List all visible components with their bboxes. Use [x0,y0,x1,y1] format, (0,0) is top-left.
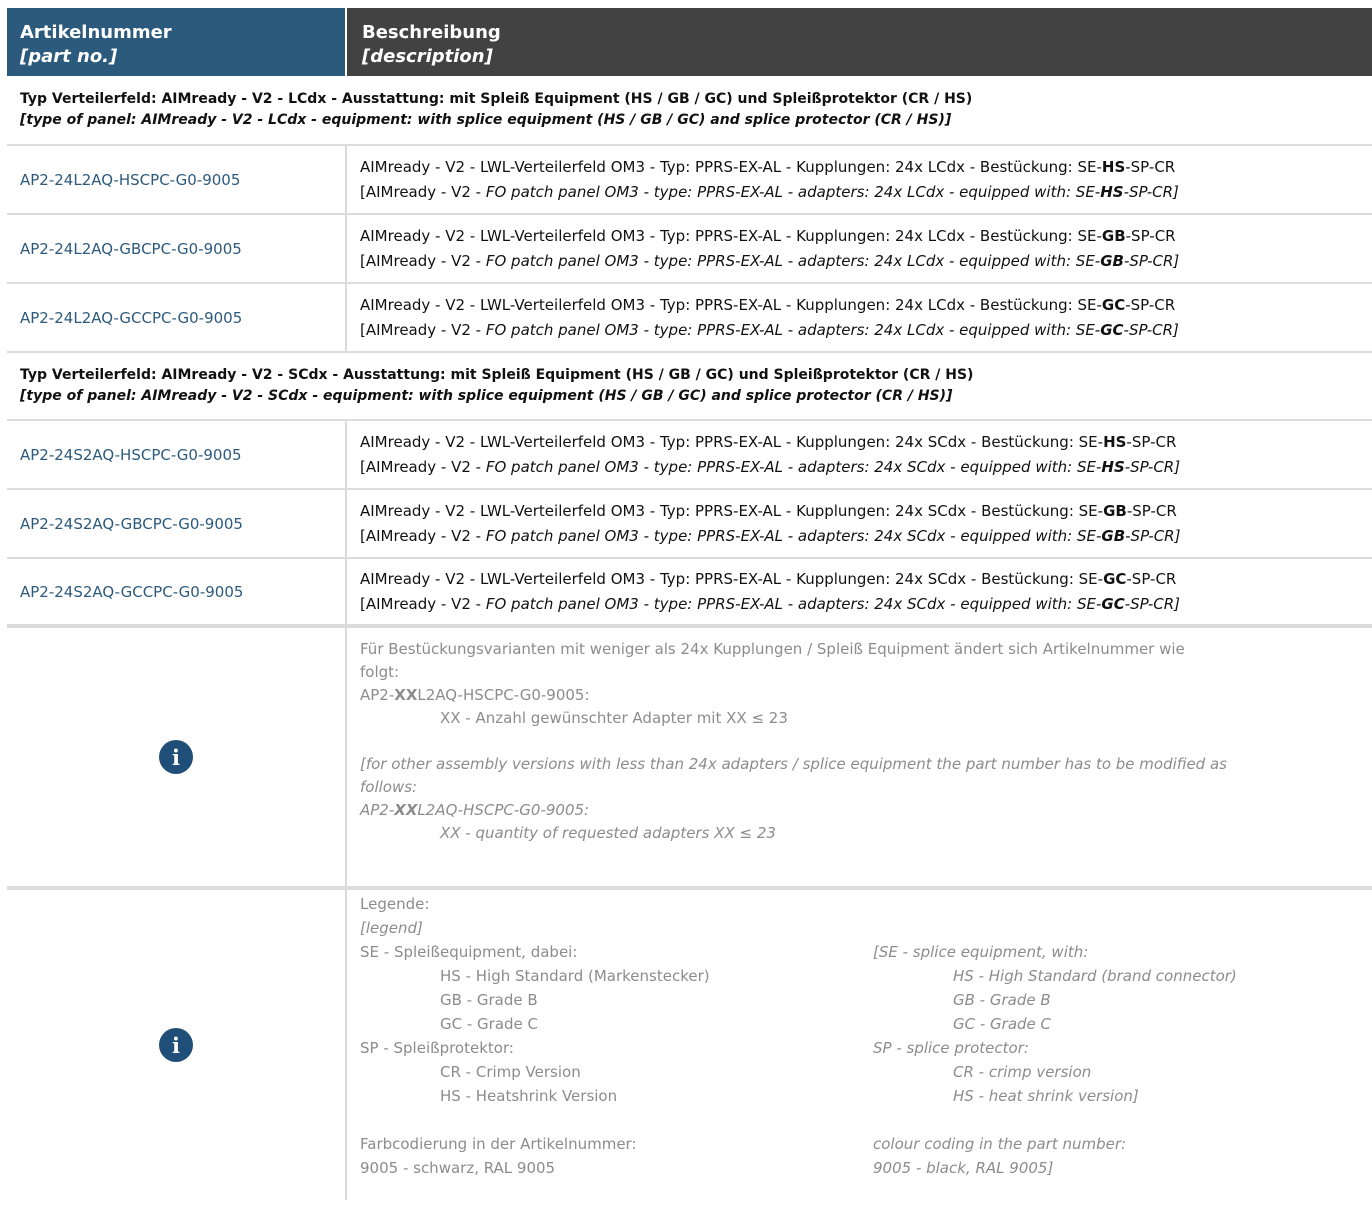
legend-gc: GC - Grade C [440,1015,539,1033]
part-number-link[interactable]: AP2-24S2AQ-GBCPC-G0-9005 [7,490,347,557]
description-en: [AIMready - V2 - FO patch panel OM3 - ty… [360,594,1181,613]
row-description: AIMready - V2 - LWL-Verteilerfeld OM3 - … [347,215,1372,282]
description-de: AIMready - V2 - LWL-Verteilerfeld OM3 - … [360,569,1177,588]
row-description: AIMready - V2 - LWL-Verteilerfeld OM3 - … [347,421,1372,488]
row-description: AIMready - V2 - LWL-Verteilerfeld OM3 - … [347,284,1372,351]
note-de-code: AP2-XXL2AQ-HSCPC-G0-9005: [360,686,590,704]
info-note-legend: i Legende: [legend] SE - Spleißequipment… [7,890,1372,1200]
info-note-text: Für Bestückungsvarianten mit weniger als… [347,628,1372,886]
legend-se: SE - Spleißequipment, dabei: [360,943,578,961]
info-note-part-number: i Für Bestückungsvarianten mit weniger a… [7,628,1372,890]
table-row: AP2-24L2AQ-GCCPC-G0-9005 AIMready - V2 -… [7,284,1372,353]
row-description: AIMready - V2 - LWL-Verteilerfeld OM3 - … [347,490,1372,557]
legend-color-en: colour coding in the part number: [873,1135,1127,1153]
legend-code-en: 9005 - black, RAL 9005] [873,1159,1054,1177]
section-heading-lcdx: Typ Verteilerfeld: AIMready - V2 - LCdx … [7,76,1372,146]
legend-sp-en: SP - splice protector: [873,1039,1029,1057]
legend-cr: CR - Crimp Version [440,1063,581,1081]
legend-right-column: [SE - splice equipment, with: HS - High … [873,940,1362,1180]
part-number-link[interactable]: AP2-24L2AQ-GBCPC-G0-9005 [7,215,347,282]
table-row: AP2-24S2AQ-GBCPC-G0-9005 AIMready - V2 -… [7,490,1372,559]
info-icon: i [159,1028,193,1062]
description-en: [AIMready - V2 - FO patch panel OM3 - ty… [360,457,1181,476]
legend-hs2-en: HS - heat shrink version] [953,1087,1139,1105]
table-row: AP2-24S2AQ-HSCPC-G0-9005 AIMready - V2 -… [7,421,1372,490]
legend-columns: SE - Spleißequipment, dabei: HS - High S… [360,940,1362,1180]
section-title-en: [type of panel: AIMready - V2 - SCdx - e… [20,388,953,404]
description-en: [AIMready - V2 - FO patch panel OM3 - ty… [360,182,1179,201]
legend-left-column: SE - Spleißequipment, dabei: HS - High S… [360,940,873,1180]
note-de-line2: folgt: [360,663,400,681]
table-header: Artikelnummer [part no.] Beschreibung [d… [7,8,1372,76]
header-part-no: Artikelnummer [part no.] [7,8,345,76]
header-description: Beschreibung [description] [347,8,1372,76]
info-icon: i [159,740,193,774]
description-en: [AIMready - V2 - FO patch panel OM3 - ty… [360,251,1180,270]
row-description: AIMready - V2 - LWL-Verteilerfeld OM3 - … [347,559,1372,624]
description-en: [AIMready - V2 - FO patch panel OM3 - ty… [360,320,1179,339]
header-description-en: [description] [362,46,493,67]
description-en: [AIMready - V2 - FO patch panel OM3 - ty… [360,526,1181,545]
header-part-no-en: [part no.] [20,46,118,67]
legend-cr-en: CR - crimp version [953,1063,1092,1081]
legend-title: Legende: [360,895,430,913]
section-title-de: Typ Verteilerfeld: AIMready - V2 - LCdx … [20,91,973,107]
legend-text: Legende: [legend] SE - Spleißequipment, … [347,890,1372,1200]
description-de: AIMready - V2 - LWL-Verteilerfeld OM3 - … [360,501,1177,520]
table-row: AP2-24S2AQ-GCCPC-G0-9005 AIMready - V2 -… [7,559,1372,628]
description-de: AIMready - V2 - LWL-Verteilerfeld OM3 - … [360,432,1177,451]
legend-color: Farbcodierung in der Artikelnummer: [360,1135,637,1153]
part-number-link[interactable]: AP2-24S2AQ-HSCPC-G0-9005 [7,421,347,488]
legend-gb: GB - Grade B [440,991,538,1009]
legend-se-en: [SE - splice equipment, with: [873,943,1089,961]
info-icon-cell: i [7,890,347,1200]
table-row: AP2-24L2AQ-GBCPC-G0-9005 AIMready - V2 -… [7,215,1372,284]
note-en-code: AP2-XXL2AQ-HSCPC-G0-9005: [360,801,590,819]
legend-title-en: [legend] [360,919,423,937]
note-en-line1: [for other assembly versions with less t… [360,755,1227,773]
note-de-xx: XX - Anzahl gewünschter Adapter mit XX ≤… [440,709,788,727]
section-title-en: [type of panel: AIMready - V2 - LCdx - e… [20,112,952,128]
info-icon-cell: i [7,628,347,886]
legend-sp: SP - Spleißprotektor: [360,1039,514,1057]
description-de: AIMready - V2 - LWL-Verteilerfeld OM3 - … [360,295,1176,314]
description-de: AIMready - V2 - LWL-Verteilerfeld OM3 - … [360,226,1176,245]
legend-hs2: HS - Heatshrink Version [440,1087,618,1105]
table-row: AP2-24L2AQ-HSCPC-G0-9005 AIMready - V2 -… [7,146,1372,215]
description-de: AIMready - V2 - LWL-Verteilerfeld OM3 - … [360,157,1176,176]
legend-hs: HS - High Standard (Markenstecker) [440,967,710,985]
article-table: Artikelnummer [part no.] Beschreibung [d… [7,8,1372,1200]
note-en-xx: XX - quantity of requested adapters XX ≤… [440,824,776,842]
part-number-link[interactable]: AP2-24L2AQ-GCCPC-G0-9005 [7,284,347,351]
note-de-line1: Für Bestückungsvarianten mit weniger als… [360,640,1185,658]
row-description: AIMready - V2 - LWL-Verteilerfeld OM3 - … [347,146,1372,213]
legend-gc-en: GC - Grade C [953,1015,1052,1033]
header-part-no-de: Artikelnummer [20,22,172,43]
section-heading-scdx: Typ Verteilerfeld: AIMready - V2 - SCdx … [7,353,1372,421]
note-en-line2: follows: [360,778,418,796]
section-title-de: Typ Verteilerfeld: AIMready - V2 - SCdx … [20,367,974,383]
part-number-link[interactable]: AP2-24L2AQ-HSCPC-G0-9005 [7,146,347,213]
header-description-de: Beschreibung [362,22,501,43]
legend-code: 9005 - schwarz, RAL 9005 [360,1159,556,1177]
legend-hs-en: HS - High Standard (brand connector) [953,967,1237,985]
part-number-link[interactable]: AP2-24S2AQ-GCCPC-G0-9005 [7,559,347,624]
legend-gb-en: GB - Grade B [953,991,1051,1009]
